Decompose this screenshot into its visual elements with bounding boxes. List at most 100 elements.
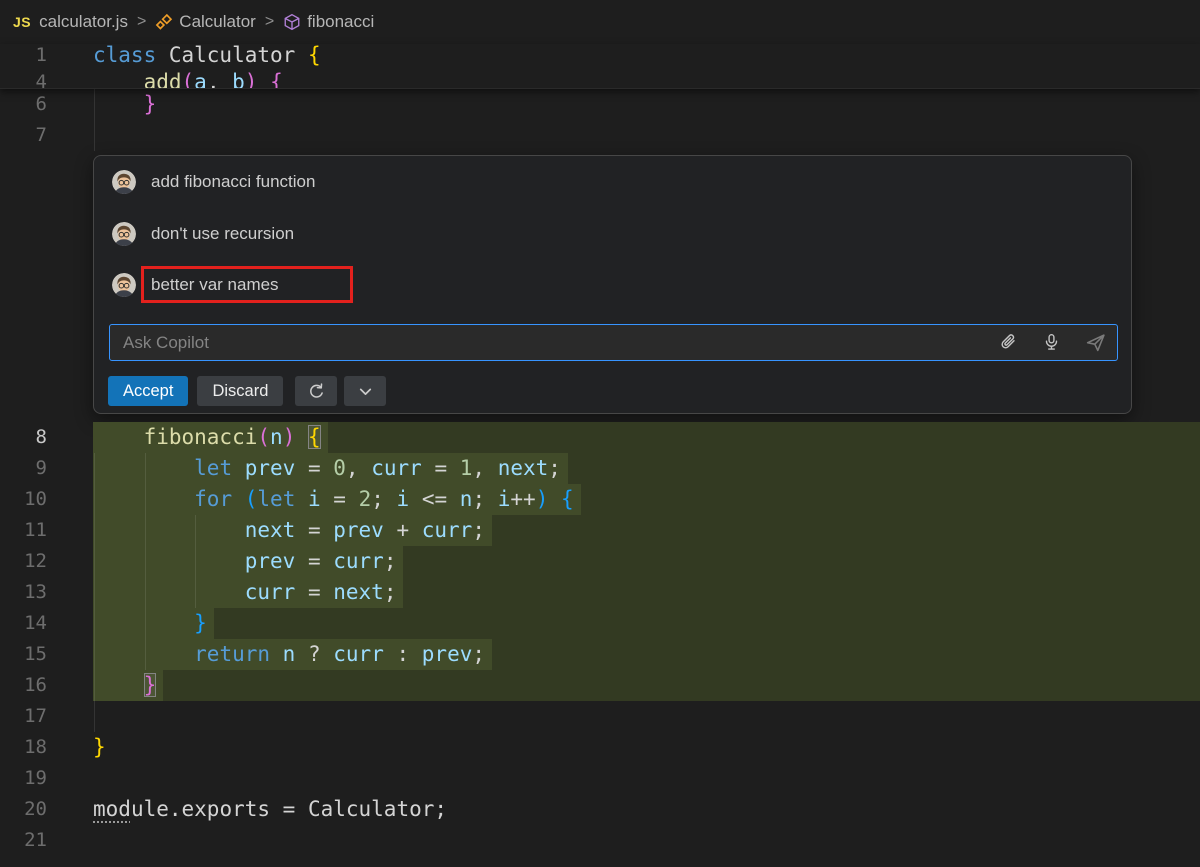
attach-paperclip-icon[interactable] xyxy=(999,333,1018,352)
code-token: , xyxy=(207,70,232,89)
code-token: = xyxy=(295,456,333,480)
code-line-content[interactable]: prev = curr; xyxy=(93,546,1200,577)
code-token: ; xyxy=(472,642,485,666)
indent-guide xyxy=(94,89,95,120)
code-token: return xyxy=(194,642,270,666)
code-text: next = prev + curr; xyxy=(93,515,492,546)
line-number: 13 xyxy=(0,577,60,608)
code-token: class xyxy=(93,44,156,67)
code-text: add(a, b) { xyxy=(93,65,283,89)
code-token: ; xyxy=(384,549,397,573)
code-line-content[interactable]: fibonacci(n) { xyxy=(93,422,1200,453)
code-token: i xyxy=(308,487,321,511)
chat-message-text: don't use recursion xyxy=(151,224,294,244)
code-line-content[interactable]: curr = next; xyxy=(93,577,1200,608)
code-line-content[interactable] xyxy=(93,120,1200,151)
chat-history-item[interactable]: add fibonacci function xyxy=(112,168,315,196)
code-line-content[interactable]: for (let i = 2; i <= n; i++) { xyxy=(93,484,1200,515)
code-token: curr xyxy=(371,456,422,480)
accept-button[interactable]: Accept xyxy=(108,376,188,406)
indent-guide xyxy=(94,515,95,546)
chat-history-item[interactable]: don't use recursion xyxy=(112,220,294,248)
indent-guide xyxy=(145,515,146,546)
breadcrumb-item-file[interactable]: calculator.js xyxy=(39,12,128,32)
code-line-content[interactable]: } xyxy=(93,608,1200,639)
code-line-content[interactable]: next = prev + curr; xyxy=(93,515,1200,546)
code-token: = xyxy=(295,518,333,542)
indent-guide xyxy=(145,546,146,577)
code-line: 4 add(a, b) { xyxy=(0,65,1200,89)
chat-input-row xyxy=(109,324,1118,361)
indent-guide xyxy=(94,577,95,608)
code-token: prev xyxy=(333,518,384,542)
code-text: prev = curr; xyxy=(93,546,403,577)
code-line-content[interactable]: class Calculator { xyxy=(93,44,1200,65)
code-token xyxy=(93,425,144,449)
indent-guide xyxy=(94,546,95,577)
line-number: 16 xyxy=(0,670,60,701)
code-token: } xyxy=(93,735,106,759)
code-text: let prev = 0, curr = 1, next; xyxy=(93,453,568,484)
breadcrumb-member-label: fibonacci xyxy=(307,12,374,32)
code-token xyxy=(93,580,245,604)
line-number: 12 xyxy=(0,546,60,577)
send-icon[interactable] xyxy=(1085,332,1106,353)
code-line: 10 for (let i = 2; i <= n; i++) { xyxy=(0,484,1200,515)
rerun-request-button[interactable] xyxy=(295,376,337,406)
symbol-class-icon xyxy=(155,13,173,31)
code-token: { xyxy=(561,487,574,511)
breadcrumb-item-member[interactable]: fibonacci xyxy=(283,12,374,32)
breadcrumb: JS calculator.js > Calculator > fibonacc… xyxy=(0,0,1200,44)
discard-button[interactable]: Discard xyxy=(197,376,283,406)
code-token: : xyxy=(384,642,422,666)
code-token xyxy=(232,456,245,480)
code-token: curr xyxy=(333,642,384,666)
indent-guide xyxy=(94,484,95,515)
microphone-icon[interactable] xyxy=(1042,333,1061,352)
indent-guide xyxy=(94,608,95,639)
code-line-content[interactable]: } xyxy=(93,670,1200,701)
code-token xyxy=(270,642,283,666)
code-token: i xyxy=(397,487,410,511)
line-number: 11 xyxy=(0,515,60,546)
code-line-content[interactable]: add(a, b) { xyxy=(93,65,1200,89)
breadcrumb-item-class[interactable]: Calculator xyxy=(155,12,256,32)
code-line: 7 xyxy=(0,120,1200,151)
code-token: { xyxy=(270,70,283,89)
code-token: ; xyxy=(472,518,485,542)
code-line-content[interactable] xyxy=(93,825,1200,856)
code-token: ; xyxy=(384,580,397,604)
breadcrumb-class-label: Calculator xyxy=(179,12,256,32)
code-token: } xyxy=(194,611,207,635)
code-text: } xyxy=(93,670,163,701)
code-token: ; xyxy=(548,456,561,480)
code-token: curr xyxy=(245,580,296,604)
line-number: 7 xyxy=(0,120,60,151)
code-line: 9 let prev = 0, curr = 1, next; xyxy=(0,453,1200,484)
code-line-content[interactable]: module.exports = Calculator; xyxy=(93,794,1200,825)
code-line-content[interactable]: } xyxy=(93,732,1200,763)
line-number: 1 xyxy=(0,44,60,65)
chevron-right-icon: > xyxy=(137,13,146,31)
code-line-content[interactable]: } xyxy=(93,89,1200,120)
code-token: ( xyxy=(245,487,258,511)
indent-guide xyxy=(94,120,95,151)
code-token: prev xyxy=(245,456,296,480)
code-line-content[interactable] xyxy=(93,763,1200,794)
sticky-scroll[interactable]: 1 class Calculator {4 add(a, b) { xyxy=(0,44,1200,89)
ask-copilot-input[interactable] xyxy=(109,324,1118,361)
code-token: 1 xyxy=(460,456,473,480)
code-line-content[interactable]: let prev = 0, curr = 1, next; xyxy=(93,453,1200,484)
code-token: ) xyxy=(245,70,258,89)
code-token: } xyxy=(144,673,157,697)
code-line: 19 xyxy=(0,763,1200,794)
code-token: add xyxy=(144,70,182,89)
code-token: ( xyxy=(182,70,195,89)
code-token xyxy=(93,70,144,89)
inline-chat-widget: add fibonacci function don't use recursi… xyxy=(93,155,1132,414)
code-line-content[interactable] xyxy=(93,701,1200,732)
more-actions-dropdown[interactable] xyxy=(344,376,386,406)
chat-history-item[interactable]: better var names xyxy=(112,271,279,299)
code-line-content[interactable]: return n ? curr : prev; xyxy=(93,639,1200,670)
code-token: ule.exports = Calculator; xyxy=(131,797,447,821)
